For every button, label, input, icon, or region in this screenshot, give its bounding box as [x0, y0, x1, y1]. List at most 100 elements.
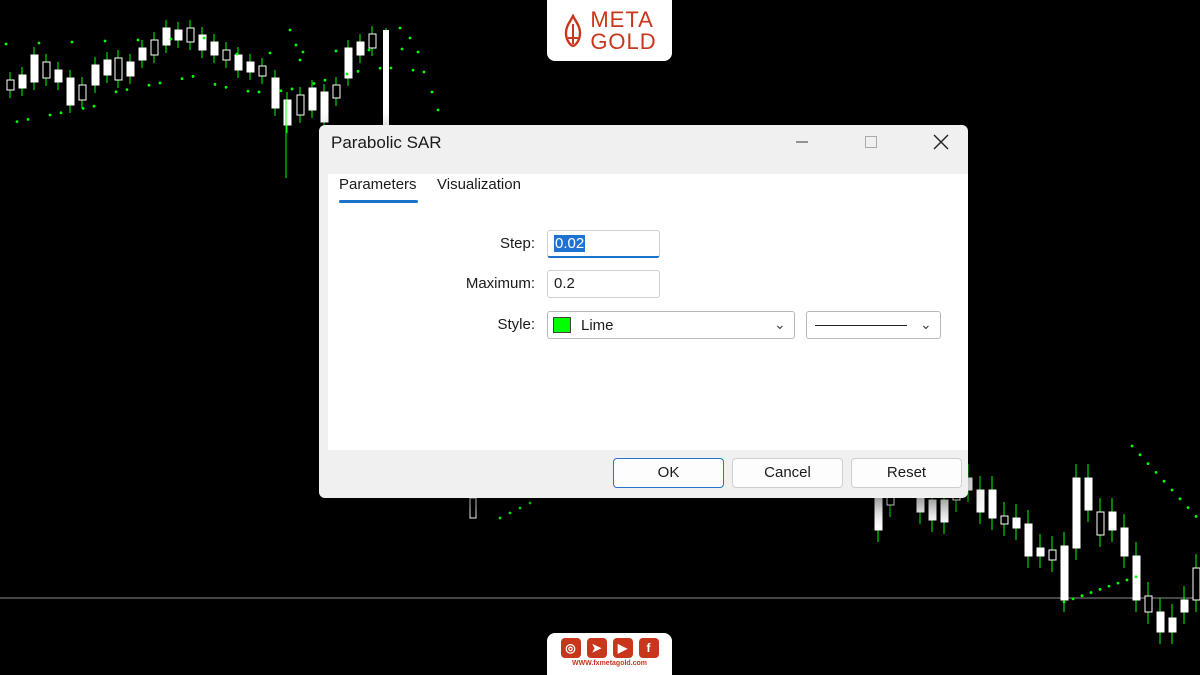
candle-body	[928, 499, 937, 521]
telegram-icon[interactable]: ➤	[586, 638, 607, 658]
sar-dot	[158, 81, 162, 85]
reset-button[interactable]: Reset	[851, 458, 962, 488]
candle-body	[368, 33, 377, 49]
sar-dot	[411, 68, 415, 72]
candle-body	[296, 94, 305, 116]
candle-body	[126, 61, 135, 77]
instagram-icon[interactable]: ◎	[560, 638, 581, 658]
candle-body	[258, 65, 267, 77]
color-swatch	[553, 317, 571, 333]
sar-dot	[257, 90, 261, 94]
candle-body	[874, 497, 883, 531]
candle-body	[356, 41, 365, 56]
logo-mark-icon	[565, 13, 582, 47]
candle-body	[940, 499, 949, 523]
color-dropdown[interactable]: Lime ⌄	[547, 311, 795, 339]
sar-dot	[288, 28, 292, 32]
style-label: Style:	[497, 316, 535, 333]
sar-dot	[1062, 600, 1066, 604]
sar-dot	[1098, 588, 1102, 591]
sar-dot	[224, 85, 228, 89]
sar-dot	[1154, 471, 1158, 474]
candle-body	[1000, 515, 1009, 525]
sar-dot	[15, 120, 19, 123]
candle-body	[114, 57, 123, 81]
sar-dot	[59, 111, 63, 115]
dialog-title: Parabolic SAR	[331, 133, 442, 152]
candle-body	[1108, 511, 1117, 531]
candle-body	[1012, 517, 1021, 529]
sar-dot	[334, 49, 338, 53]
color-name: Lime	[581, 317, 614, 334]
step-input[interactable]: 0.02	[547, 230, 660, 258]
dialog-titlebar[interactable]: Parabolic SAR	[319, 125, 968, 159]
candle-body	[383, 30, 389, 126]
sar-dot	[4, 42, 8, 46]
candle-body	[30, 54, 39, 83]
dialog-panel: Parameters Visualization Step: 0.02 Maxi…	[328, 174, 968, 450]
sar-dot	[1178, 497, 1182, 501]
sar-dot	[422, 70, 426, 74]
candle-body	[246, 61, 255, 73]
sar-dot	[356, 69, 360, 73]
sar-dot	[1089, 591, 1093, 594]
sar-dot	[114, 90, 118, 94]
website-url[interactable]: WWW.fxmetagold.com	[547, 660, 672, 667]
tab-visualization[interactable]: Visualization	[437, 176, 521, 193]
sar-dot	[279, 89, 283, 93]
candle-body	[1036, 547, 1045, 557]
candle-body	[210, 41, 219, 56]
candle-body	[1084, 477, 1093, 511]
tab-parameters[interactable]: Parameters	[339, 176, 417, 193]
candle-body	[332, 84, 341, 99]
step-label: Step:	[499, 235, 535, 252]
sar-dot	[169, 37, 173, 41]
candle-body	[174, 29, 183, 41]
sar-dot	[26, 118, 30, 121]
candle-body	[1168, 617, 1177, 633]
sar-dot	[48, 113, 52, 117]
close-icon	[933, 134, 949, 150]
line-style-dropdown[interactable]: ⌄	[806, 311, 941, 339]
candle-body	[1120, 527, 1129, 557]
logo-text-line2: GOLD	[590, 28, 657, 54]
sar-dot	[323, 78, 327, 82]
maximize-button[interactable]	[848, 125, 894, 159]
candle-body	[18, 74, 27, 89]
candle-body	[988, 489, 997, 519]
minimize-button[interactable]	[779, 125, 825, 159]
cancel-button[interactable]: Cancel	[732, 458, 843, 488]
minimize-icon	[796, 141, 808, 143]
candle-body	[138, 47, 147, 61]
sar-dot	[400, 47, 404, 51]
ok-button[interactable]: OK	[613, 458, 724, 488]
candle-body	[1072, 477, 1081, 549]
step-value: 0.02	[554, 235, 586, 252]
sar-dot	[180, 77, 184, 80]
youtube-icon[interactable]: ▶	[612, 638, 633, 658]
brand-logo: META GOLD	[547, 0, 672, 61]
facebook-icon[interactable]: f	[638, 638, 659, 658]
candle-body	[320, 91, 329, 123]
sar-dot	[312, 82, 316, 85]
close-button[interactable]	[918, 125, 964, 159]
candle-body	[283, 99, 292, 126]
sar-dot	[1107, 584, 1111, 588]
sar-dot	[1071, 597, 1075, 601]
sar-dot	[378, 66, 382, 70]
sar-dot	[436, 108, 440, 112]
sar-dot	[1125, 578, 1129, 582]
candle-body	[54, 69, 63, 83]
candle-body	[234, 54, 243, 71]
sar-dot	[1138, 453, 1142, 457]
candle-body	[6, 79, 15, 91]
sar-dot	[103, 39, 107, 43]
sar-dot	[147, 83, 151, 87]
maximum-input[interactable]: 0.2	[547, 270, 660, 298]
sar-dot	[408, 36, 412, 40]
sar-dot	[345, 72, 349, 76]
candle-body	[1024, 523, 1033, 557]
sar-dot	[202, 36, 206, 40]
candle-body	[308, 87, 317, 111]
sar-dot	[398, 26, 402, 30]
